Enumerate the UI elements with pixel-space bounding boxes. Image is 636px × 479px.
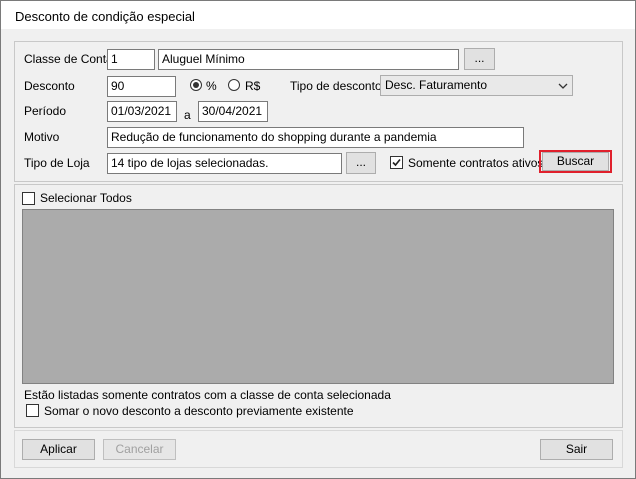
classe-code-field[interactable]: 1 xyxy=(107,49,155,70)
periodo-start-field[interactable]: 01/03/2021 xyxy=(107,101,177,122)
periodo-separator: a xyxy=(184,108,191,122)
chevron-down-icon xyxy=(558,80,568,95)
periodo-label: Período xyxy=(24,104,67,118)
tipo-desconto-label: Tipo de desconto xyxy=(290,79,382,93)
desconto-field[interactable]: 90 xyxy=(107,76,176,97)
select-all-checkbox[interactable] xyxy=(22,192,35,205)
tipo-loja-field[interactable]: 14 tipo de lojas selecionadas. xyxy=(107,153,342,174)
somar-checkbox[interactable] xyxy=(26,404,39,417)
contracts-grid[interactable] xyxy=(22,209,614,384)
somente-label: Somente contratos ativos xyxy=(408,156,544,170)
classe-label: Classe de Conta xyxy=(24,52,113,66)
rs-label: R$ xyxy=(245,79,261,93)
cancelar-button[interactable]: Cancelar xyxy=(103,439,176,460)
tipo-desconto-value: Desc. Faturamento xyxy=(385,78,488,92)
aplicar-button[interactable]: Aplicar xyxy=(22,439,95,460)
periodo-end-field[interactable]: 30/04/2021 xyxy=(198,101,268,122)
buscar-button[interactable]: Buscar xyxy=(542,152,609,171)
motivo-label: Motivo xyxy=(24,130,60,144)
classe-name-field[interactable]: Aluguel Mínimo xyxy=(158,49,459,70)
tipo-loja-label: Tipo de Loja xyxy=(24,156,90,170)
rs-radio[interactable] xyxy=(228,79,240,91)
motivo-field[interactable]: Redução de funcionamento do shopping dur… xyxy=(107,127,524,148)
tipo-desconto-select[interactable]: Desc. Faturamento xyxy=(380,75,573,96)
somente-checkbox[interactable] xyxy=(390,156,403,169)
title-bar[interactable]: Desconto de condição especial xyxy=(1,1,635,29)
desconto-label: Desconto xyxy=(24,79,75,93)
select-all-label: Selecionar Todos xyxy=(40,191,132,205)
percent-label: % xyxy=(206,79,217,93)
sair-button[interactable]: Sair xyxy=(540,439,613,460)
checkmark-icon xyxy=(392,158,401,167)
window-title: Desconto de condição especial xyxy=(15,9,195,24)
classe-browse-button[interactable]: ... xyxy=(464,48,495,70)
info-text: Estão listadas somente contratos com a c… xyxy=(24,388,391,402)
percent-radio[interactable] xyxy=(190,79,202,91)
tipo-loja-browse-button[interactable]: ... xyxy=(346,152,376,174)
somar-label: Somar o novo desconto a desconto previam… xyxy=(44,404,354,418)
